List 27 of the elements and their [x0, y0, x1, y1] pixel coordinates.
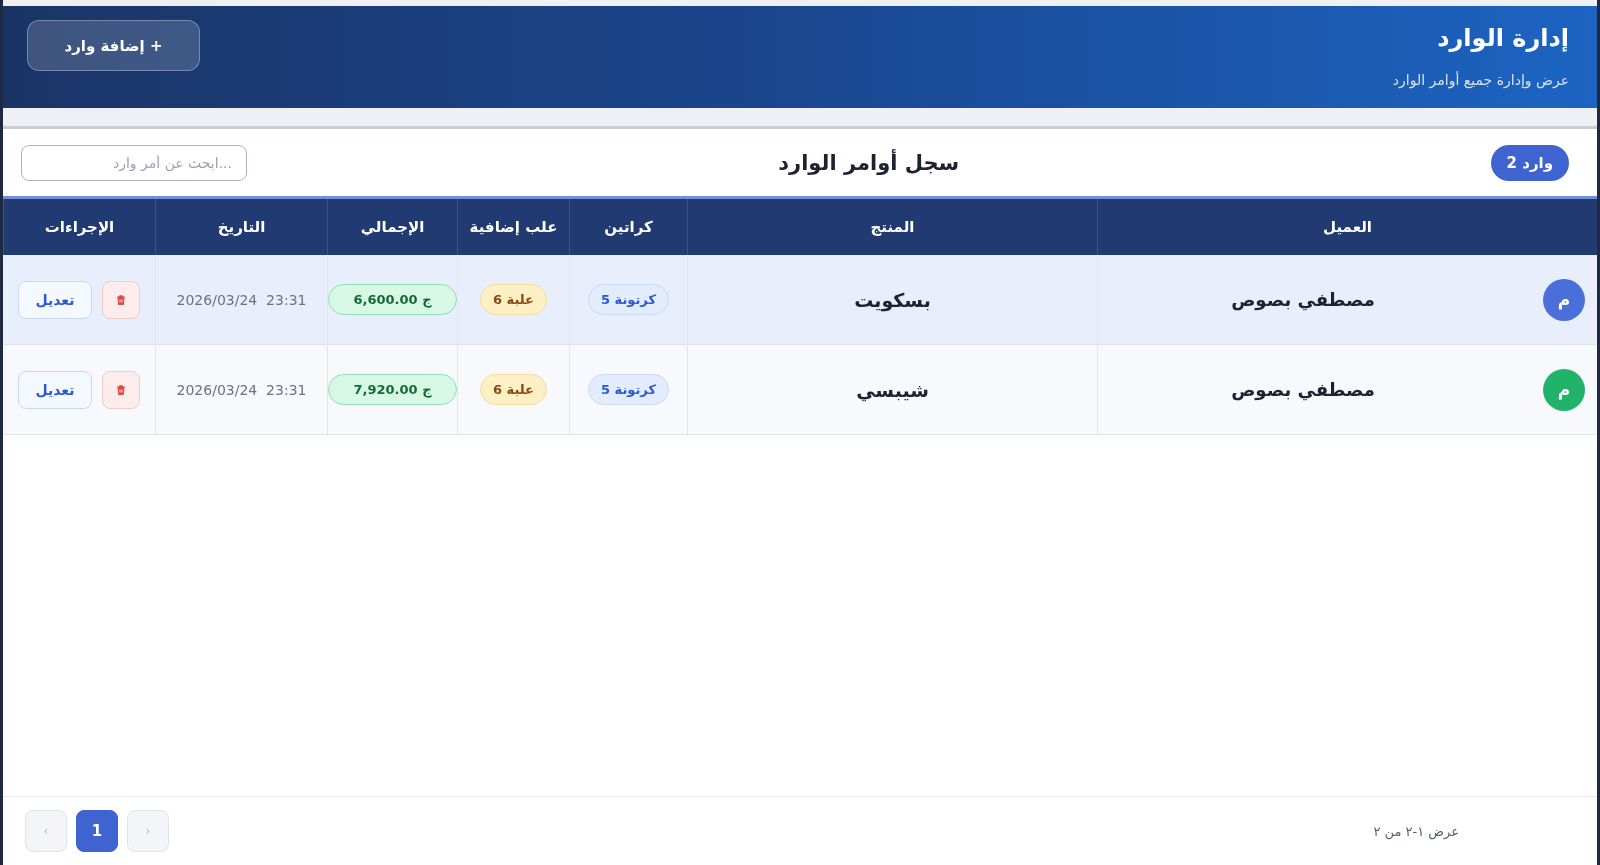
product-name: شيبسي: [856, 378, 929, 401]
extra-tag: علبة 6: [480, 374, 547, 405]
customer-name: مصطفي بصوص: [1231, 379, 1375, 400]
edit-button[interactable]: تعديل: [18, 370, 92, 409]
add-button[interactable]: + إضافة وارد: [27, 20, 200, 71]
date-text: 2026/03/24 23:31: [176, 381, 307, 398]
trash-icon: [115, 293, 127, 306]
pagination-summary: عرض ١-٢ من ٢: [1373, 823, 1459, 839]
extra-tag: علبة 6: [480, 284, 547, 315]
card-title: سجل أوامر الوارد: [778, 150, 960, 175]
date-text: 2026/03/24 23:31: [176, 291, 307, 308]
avatar: م: [1543, 278, 1585, 321]
customer-name: مصطفي بصوص: [1231, 289, 1375, 310]
total-tag: ج 6,600.00: [328, 284, 457, 315]
page-title: إدارة الوارد: [1436, 24, 1569, 52]
page-subtitle: عرض وإدارة جميع أوامر الوارد: [1392, 72, 1569, 88]
product-name: بسكويت: [854, 288, 931, 311]
avatar: م: [1543, 368, 1585, 411]
count-badge: وارد 2: [1490, 144, 1569, 181]
total-tag: ج 7,920.00: [328, 374, 457, 405]
edit-button[interactable]: تعديل: [18, 280, 92, 319]
cartons-tag: كرتونة 5: [588, 374, 669, 405]
delete-button[interactable]: [102, 370, 140, 409]
delete-button[interactable]: [102, 280, 140, 319]
page-button[interactable]: 1: [76, 810, 118, 852]
cartons-tag: كرتونة 5: [588, 284, 669, 315]
trash-icon: [115, 383, 127, 396]
